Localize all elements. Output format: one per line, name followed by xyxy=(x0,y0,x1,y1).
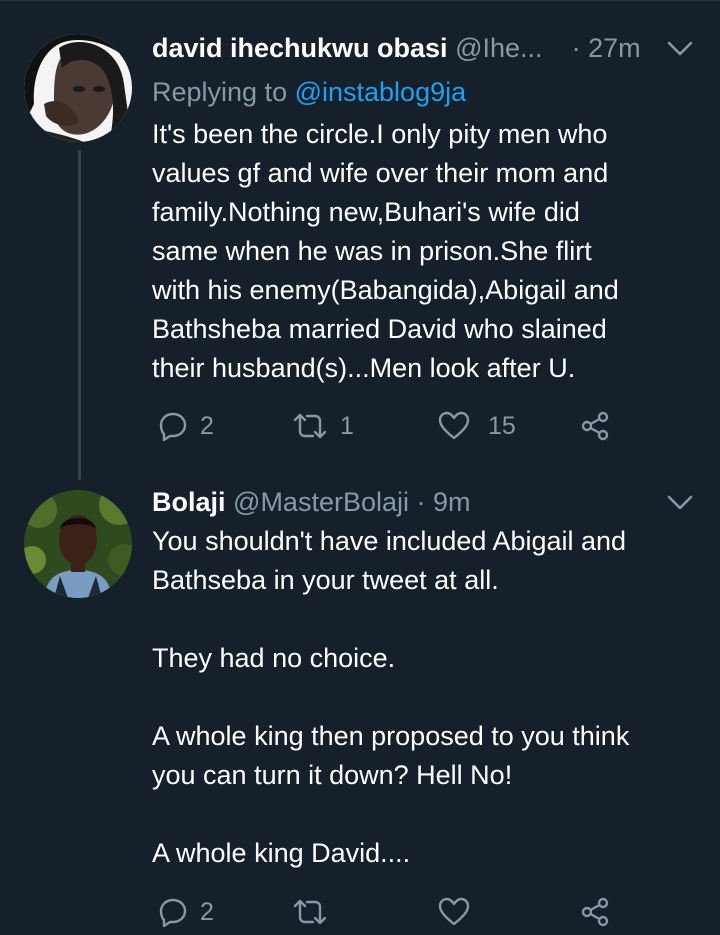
replying-mention[interactable]: @instablog9ja xyxy=(295,77,467,107)
author-handle[interactable]: @Ihe... xyxy=(455,33,542,63)
tweet-time[interactable]: · 9m xyxy=(417,487,471,517)
tweet-header: david ihechukwu obasi @Ihe... · 27m xyxy=(152,31,641,65)
tweet-actions: 2 xyxy=(152,892,632,932)
tweet-text-blank xyxy=(152,795,702,834)
tweet-text-line: A whole king then proposed to you think xyxy=(152,721,630,751)
tweet-text: It's been the circle.I only pity men who… xyxy=(152,115,702,388)
tweet-text-line: Bathsheba married David who slained xyxy=(152,314,607,344)
tweet-text-blank xyxy=(152,600,702,639)
thread-line xyxy=(78,150,81,480)
tweet-text-line: with his enemy(Babangida),Abigail and xyxy=(152,275,619,305)
tweet-text-line: family.Nothing new,Buhari's wife did xyxy=(152,197,580,227)
reply-button[interactable]: 2 xyxy=(158,406,214,446)
reply-icon xyxy=(159,412,187,441)
tweet-text-line: A whole king David.... xyxy=(152,838,411,868)
author-name[interactable]: Bolaji xyxy=(152,487,226,517)
retweet-icon xyxy=(293,413,327,439)
tweet-actions: 2 1 15 xyxy=(152,406,632,446)
tweet-text-line: It's been the circle.I only pity men who xyxy=(152,119,608,149)
tweet-time[interactable]: · 27m xyxy=(572,33,641,63)
reply-count: 2 xyxy=(200,411,214,440)
retweet-icon xyxy=(293,899,327,925)
tweet-2[interactable]: Bolaji @MasterBolaji · 9m You shouldn't … xyxy=(0,470,720,935)
replying-prefix: Replying to xyxy=(152,77,295,107)
tweet-text-line: Bathseba in your tweet at all. xyxy=(152,565,499,595)
reply-count: 2 xyxy=(200,897,214,926)
chevron-down-icon[interactable] xyxy=(666,494,694,512)
share-icon xyxy=(581,897,609,927)
tweet-text-line: You shouldn't have included Abigail and xyxy=(152,526,627,556)
share-button[interactable] xyxy=(580,892,610,932)
tweet-text-line: They had no choice. xyxy=(152,643,396,673)
avatar[interactable] xyxy=(24,34,132,142)
tweet-1[interactable]: david ihechukwu obasi @Ihe... · 27m Repl… xyxy=(0,0,720,480)
retweet-count: 1 xyxy=(340,411,354,440)
retweet-button[interactable] xyxy=(292,892,340,932)
tweet-header: Bolaji @MasterBolaji · 9m xyxy=(152,485,471,519)
like-button[interactable]: 15 xyxy=(438,406,516,446)
tweet-text-line: same when he was in prison.She flirt xyxy=(152,236,592,266)
replying-to: Replying to @instablog9ja xyxy=(152,75,466,109)
author-handle[interactable]: @MasterBolaji xyxy=(233,487,409,517)
like-count: 15 xyxy=(488,411,516,440)
retweet-button[interactable]: 1 xyxy=(292,406,354,446)
heart-icon xyxy=(438,897,470,926)
heart-icon xyxy=(438,411,470,440)
reply-button[interactable]: 2 xyxy=(158,892,214,932)
author-name[interactable]: david ihechukwu obasi xyxy=(152,33,448,63)
reply-icon xyxy=(159,898,187,927)
like-button[interactable] xyxy=(438,892,482,932)
tweet-text-line: their husband(s)...Men look after U. xyxy=(152,353,576,383)
chevron-down-icon[interactable] xyxy=(666,40,694,58)
share-icon xyxy=(581,411,609,441)
tweet-text-line: you can turn it down? Hell No! xyxy=(152,760,513,790)
share-button[interactable] xyxy=(580,406,610,446)
tweet-text: You shouldn't have included Abigail and … xyxy=(152,522,702,873)
tweet-text-blank xyxy=(152,678,702,717)
tweet-text-line: values gf and wife over their mom and xyxy=(152,158,609,188)
avatar[interactable] xyxy=(24,490,132,598)
